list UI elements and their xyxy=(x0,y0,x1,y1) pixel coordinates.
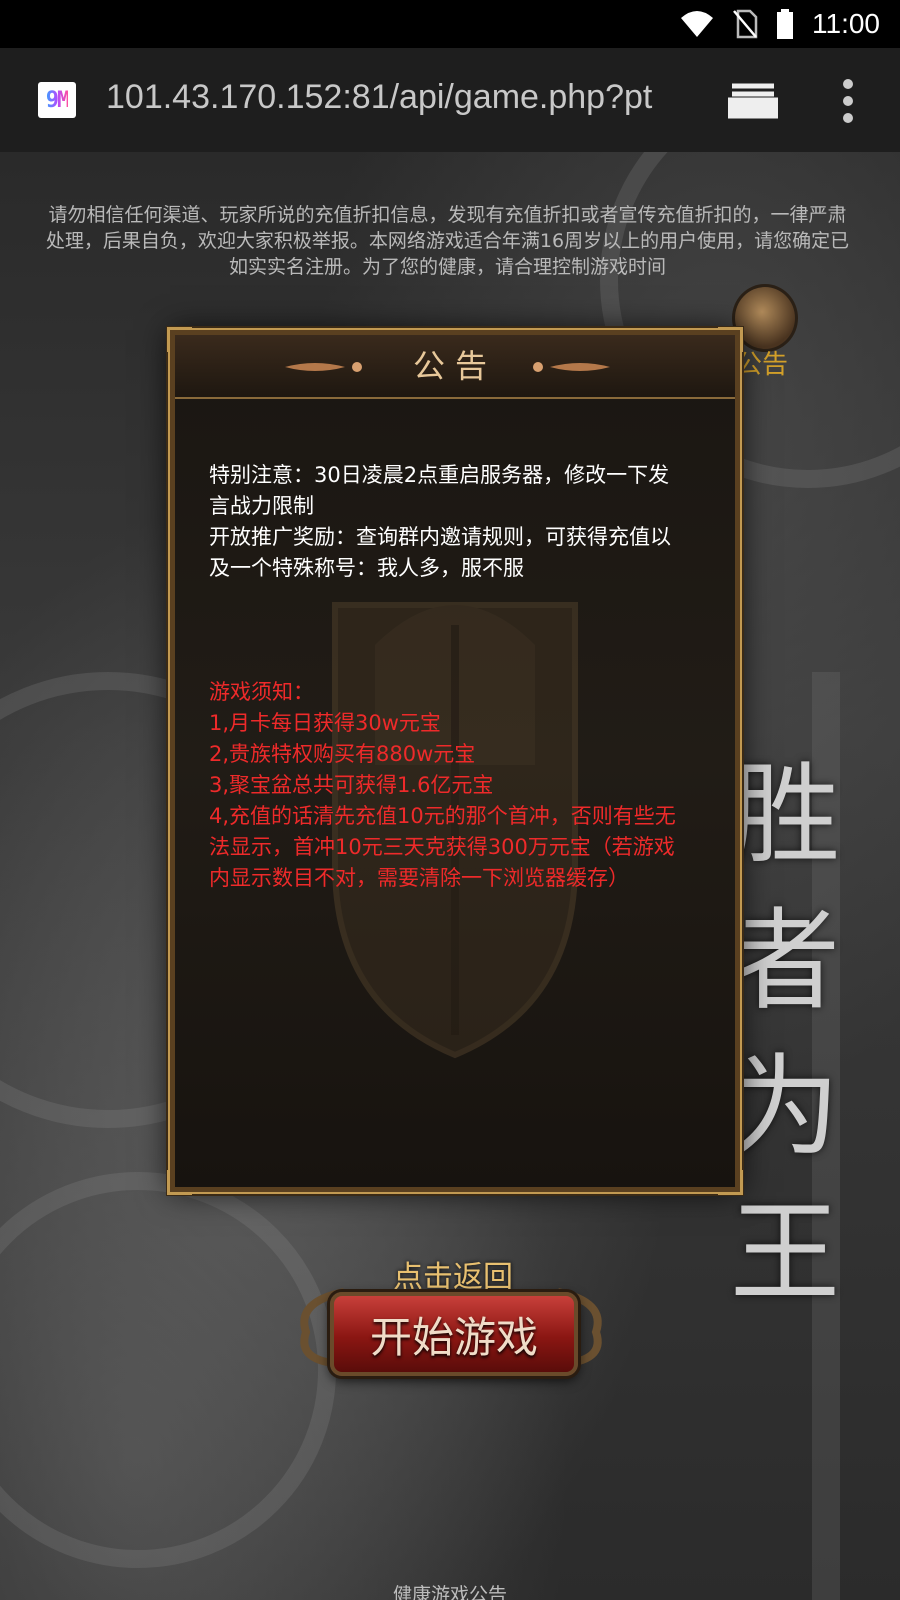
rules-line: 2,贵族特权购买有880w元宝 xyxy=(209,742,476,766)
announcement-dialog: 公告 特别注意：30日凌晨2点重启服务器，修改一下发言战力限制 开放推广奖励：查… xyxy=(167,327,743,1195)
dialog-title: 公告 xyxy=(412,347,497,385)
rules-line: 1,月卡每日获得30w元宝 xyxy=(209,711,441,735)
battery-icon xyxy=(777,9,793,39)
frame-corner xyxy=(167,1170,192,1195)
start-game-label: 开始游戏 xyxy=(369,1313,538,1362)
site-favicon: 9M xyxy=(38,82,76,118)
status-bar: 11:00 xyxy=(0,0,900,48)
background-art xyxy=(0,1172,336,1568)
anti-fraud-warning: 请勿相信任何渠道、玩家所说的充值折扣信息，发现有充值折扣或者宣传充值折扣的，一律… xyxy=(45,204,850,278)
address-bar[interactable]: 101.43.170.152:81/api/game.php?pt xyxy=(106,78,691,122)
frame-corner xyxy=(718,1170,743,1195)
browser-toolbar: 9M 101.43.170.152:81/api/game.php?pt xyxy=(0,48,900,152)
rules-heading: 游戏须知： xyxy=(209,680,314,704)
more-vert-icon[interactable] xyxy=(838,78,858,124)
wifi-icon xyxy=(681,11,713,37)
game-logo-text: 胜者为王 xyxy=(730,751,840,1317)
announcement-line: 特别注意：30日凌晨2点重启服务器，修改一下发言战力限制 xyxy=(209,463,670,518)
tabs-icon[interactable] xyxy=(728,80,778,120)
health-notice-link[interactable]: 健康游戏公告 xyxy=(0,1580,900,1600)
ornament-right-icon xyxy=(533,362,610,372)
clock: 11:00 xyxy=(812,8,880,39)
no-sim-icon xyxy=(733,9,758,39)
rules-line: 3,聚宝盆总共可获得1.6亿元宝 xyxy=(209,773,494,797)
announcement-body: 特别注意：30日凌晨2点重启服务器，修改一下发言战力限制 开放推广奖励：查询群内… xyxy=(209,460,689,894)
announcement-line: 开放推广奖励：查询群内邀请规则，可获得充值以及一个特殊称号：我人多，服不服 xyxy=(209,525,671,580)
dialog-header: 公告 xyxy=(175,335,735,399)
rules-line: 4,充值的话清先充值10元的那个首冲，否则有些无法显示，首冲10元三天克获得30… xyxy=(209,804,676,890)
start-game-button[interactable]: 开始游戏 xyxy=(330,1292,578,1376)
favicon-text: 9M xyxy=(45,87,70,113)
game-page: 请勿相信任何渠道、玩家所说的充值折扣信息，发现有充值折扣或者宣传充值折扣的，一律… xyxy=(0,152,900,1600)
